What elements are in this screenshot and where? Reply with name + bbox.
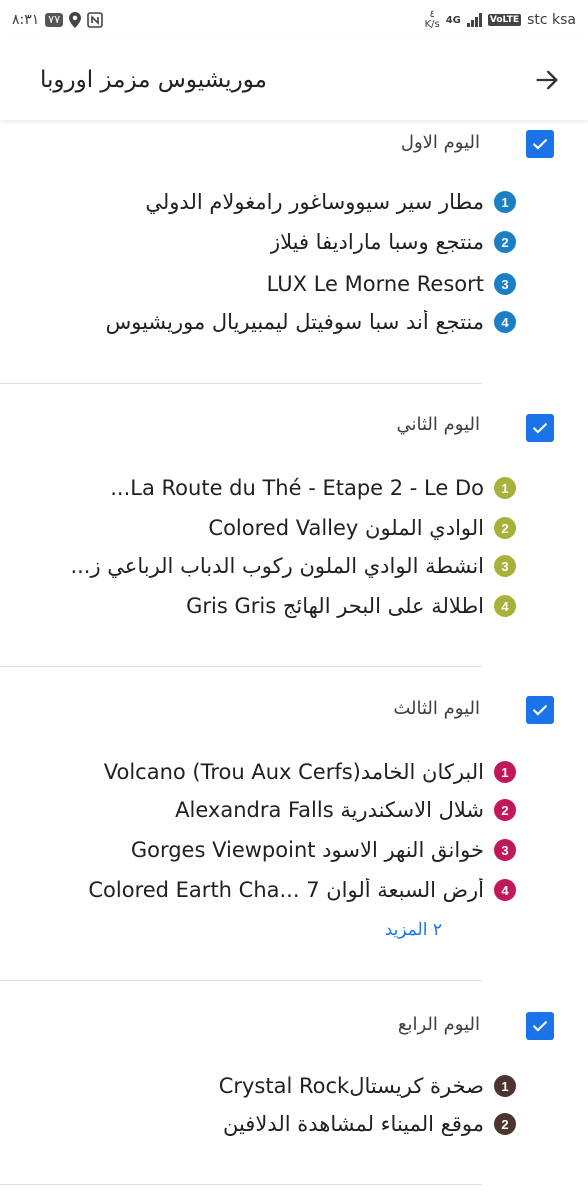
carrier-name: stc ksa [527, 12, 576, 28]
day-title: اليوم الاول [400, 132, 480, 153]
network-speed: ٤ K/s [425, 10, 440, 30]
stop-name: LUX Le Morne Resort [266, 272, 484, 296]
speed-unit: K/s [424, 19, 440, 30]
stop-number: 1 [494, 477, 516, 499]
stop-item[interactable]: موقع الميناء لمشاهدة الدلافين 2 [24, 1104, 516, 1144]
stop-name: الوادي الملون Colored Valley [208, 516, 484, 540]
stop-item[interactable]: منتجع أند سبا سوفيتل ليمبيريال موريشيوس … [24, 302, 516, 342]
stop-number: 1 [494, 191, 516, 213]
stop-number: 1 [494, 1075, 516, 1097]
stop-number: 2 [494, 231, 516, 253]
stop-name: مطار سير سيووساغور رامغولام الدولي [145, 190, 484, 214]
stop-number: 2 [494, 799, 516, 821]
stop-item[interactable]: صخرة كريستالCrystal Rock 1 [24, 1066, 516, 1106]
check-icon [533, 1021, 547, 1032]
nfc-icon [87, 12, 103, 28]
stop-number: 3 [494, 273, 516, 295]
status-bar: ٨:٣١ ٧٧ ٤ K/s 4G VoLTE stc ksa [0, 0, 588, 40]
status-right: ٤ K/s 4G VoLTE stc ksa [425, 10, 576, 30]
divider [0, 383, 482, 384]
itinerary-list[interactable]: اليوم الاول مطار سير سيووساغور رامغولام … [0, 120, 588, 1200]
show-more-link[interactable]: ٢ المزيد [385, 920, 442, 940]
stop-name: La Route du Thé - Etape 2 - Le Do... [110, 476, 484, 500]
app-header: موريشيوس مزمز اوروبا [0, 40, 588, 120]
check-icon [533, 423, 547, 434]
stop-number: 2 [494, 1113, 516, 1135]
stop-number: 3 [494, 839, 516, 861]
stop-item[interactable]: البركان الخامدVolcano (Trou Aux Cerfs) 1 [24, 752, 516, 792]
stop-number: 4 [494, 879, 516, 901]
stop-item[interactable]: أرض السبعة ألوان 7 ...Colored Earth Cha … [24, 870, 516, 910]
stop-item[interactable]: LUX Le Morne Resort 3 [24, 264, 516, 304]
stop-name: موقع الميناء لمشاهدة الدلافين [222, 1112, 484, 1136]
stop-item[interactable]: مطار سير سيووساغور رامغولام الدولي 1 [24, 182, 516, 222]
stop-number: 2 [494, 517, 516, 539]
stop-item[interactable]: خوانق النهر الاسود Gorges Viewpoint 3 [24, 830, 516, 870]
network-type: 4G [445, 14, 461, 26]
day-checkbox[interactable] [526, 1012, 554, 1040]
day-checkbox[interactable] [526, 696, 554, 724]
stop-name: انشطة الوادي الملون ركوب الدباب الرباعي … [70, 554, 484, 578]
divider [0, 666, 482, 667]
stop-item[interactable]: منتجع وسبا مارادیفا فيلاز 2 [24, 222, 516, 262]
stop-name: خوانق النهر الاسود Gorges Viewpoint [130, 838, 484, 862]
divider [0, 1184, 482, 1185]
check-icon [533, 139, 547, 150]
stop-item[interactable]: انشطة الوادي الملون ركوب الدباب الرباعي … [24, 546, 516, 586]
stop-number: 1 [494, 761, 516, 783]
volte-badge: VoLTE [487, 14, 522, 26]
stop-name: أرض السبعة ألوان 7 ...Colored Earth Cha [88, 878, 484, 902]
page-title: موريشيوس مزمز اوروبا [40, 67, 267, 93]
day-title: اليوم الثالث [393, 698, 480, 719]
stop-item[interactable]: La Route du Thé - Etape 2 - Le Do... 1 [24, 468, 516, 508]
stop-number: 4 [494, 311, 516, 333]
stop-name: البركان الخامدVolcano (Trou Aux Cerfs) [103, 760, 484, 784]
stop-item[interactable]: شلال الاسكندرية Alexandra Falls 2 [24, 790, 516, 830]
stop-name: شلال الاسكندرية Alexandra Falls [175, 798, 484, 822]
divider [0, 980, 482, 981]
stop-name: صخرة كريستالCrystal Rock [218, 1074, 484, 1098]
signal-icon [466, 13, 482, 27]
stop-number: 3 [494, 555, 516, 577]
clock: ٨:٣١ [12, 12, 40, 28]
day-checkbox[interactable] [526, 130, 554, 158]
arrow-right-icon [536, 70, 558, 90]
stop-name: منتجع أند سبا سوفيتل ليمبيريال موريشيوس [105, 310, 484, 334]
day-title: اليوم الثاني [396, 414, 481, 435]
status-left: ٨:٣١ ٧٧ [12, 12, 103, 28]
stop-name: منتجع وسبا مارادیفا فيلاز [269, 230, 484, 254]
back-button[interactable] [530, 63, 564, 97]
stop-number: 4 [494, 595, 516, 617]
stop-item[interactable]: الوادي الملون Colored Valley 2 [24, 508, 516, 548]
day-title: اليوم الرابع [397, 1014, 480, 1035]
notification-badge: ٧٧ [45, 13, 64, 27]
day-checkbox[interactable] [526, 414, 554, 442]
check-icon [533, 705, 547, 716]
stop-item[interactable]: اطلالة على البحر الهائج Gris Gris 4 [24, 586, 516, 626]
location-icon [69, 12, 82, 28]
stop-name: اطلالة على البحر الهائج Gris Gris [186, 594, 484, 618]
